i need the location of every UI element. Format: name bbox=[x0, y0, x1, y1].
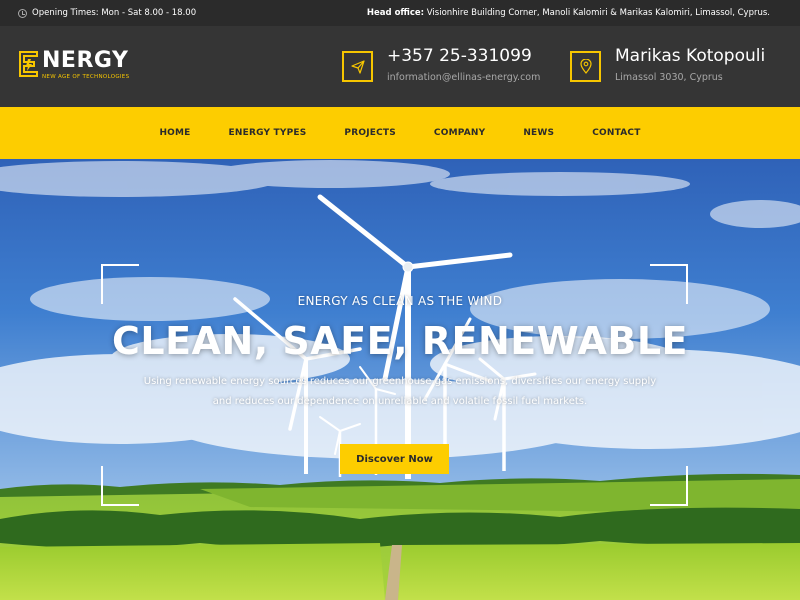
top-bar: Opening Times: Mon - Sat 8.00 - 18.00 He… bbox=[0, 0, 800, 26]
clock-icon bbox=[18, 8, 27, 18]
energy-e-logo bbox=[19, 51, 38, 77]
nav-item-energy-types[interactable]: ENERGY TYPES bbox=[210, 128, 326, 138]
logo-wordmark: NERGY bbox=[42, 48, 129, 73]
opening-times: Opening Times: Mon - Sat 8.00 - 18.00 bbox=[18, 8, 196, 18]
hero-description-line-2: and reduces our dependence on unreliable… bbox=[212, 396, 588, 407]
hero-headline: CLEAN, SAFE, RENEWABLE bbox=[111, 319, 689, 363]
head-office-label: Head office: bbox=[366, 8, 425, 18]
hero-banner: ENERGY AS CLEAN AS THE WIND CLEAN, SAFE,… bbox=[0, 159, 800, 600]
address-contact: Marikas Kotopouli Limassol 3030, Cyprus bbox=[570, 46, 765, 83]
discover-now-button[interactable]: Discover Now bbox=[340, 444, 449, 474]
email-address[interactable]: information@ellinas-energy.com bbox=[387, 72, 540, 83]
head-office-address: Visionhire Building Corner, Manoli Kalom… bbox=[424, 8, 770, 18]
frame-corner-bottom-left bbox=[101, 466, 139, 506]
logo-tagline: NEW AGE OF TECHNOLOGIES bbox=[42, 74, 130, 80]
nav-item-contact[interactable]: CONTACT bbox=[573, 128, 659, 138]
hero-description-line-1: Using renewable energy sources reduces o… bbox=[143, 376, 657, 387]
hero-description: Using renewable energy sources reduces o… bbox=[130, 372, 670, 412]
phone-contact: +357 25-331099 information@ellinas-energ… bbox=[342, 46, 540, 83]
frame-corner-bottom-right bbox=[650, 466, 688, 506]
map-pin-icon bbox=[570, 51, 601, 82]
address-street: Marikas Kotopouli bbox=[615, 46, 766, 66]
head-office: Head office: Visionhire Building Corner,… bbox=[367, 8, 770, 18]
hero-kicker: ENERGY AS CLEAN AS THE WIND bbox=[297, 294, 503, 308]
site-header: NERGY NEW AGE OF TECHNOLOGIES +357 25-33… bbox=[0, 26, 800, 107]
main-navigation: HOME ENERGY TYPES PROJECTS COMPANY NEWS … bbox=[0, 107, 800, 159]
nav-item-news[interactable]: NEWS bbox=[504, 128, 573, 138]
paper-plane-icon bbox=[342, 51, 373, 82]
site-logo[interactable]: NERGY NEW AGE OF TECHNOLOGIES bbox=[18, 50, 129, 80]
opening-times-text: Opening Times: Mon - Sat 8.00 - 18.00 bbox=[32, 8, 197, 18]
nav-item-home[interactable]: HOME bbox=[140, 128, 209, 138]
nav-item-company[interactable]: COMPANY bbox=[415, 128, 504, 138]
phone-number[interactable]: +357 25-331099 bbox=[387, 46, 540, 66]
address-city: Limassol 3030, Cyprus bbox=[615, 72, 723, 83]
nav-item-projects[interactable]: PROJECTS bbox=[325, 128, 415, 138]
